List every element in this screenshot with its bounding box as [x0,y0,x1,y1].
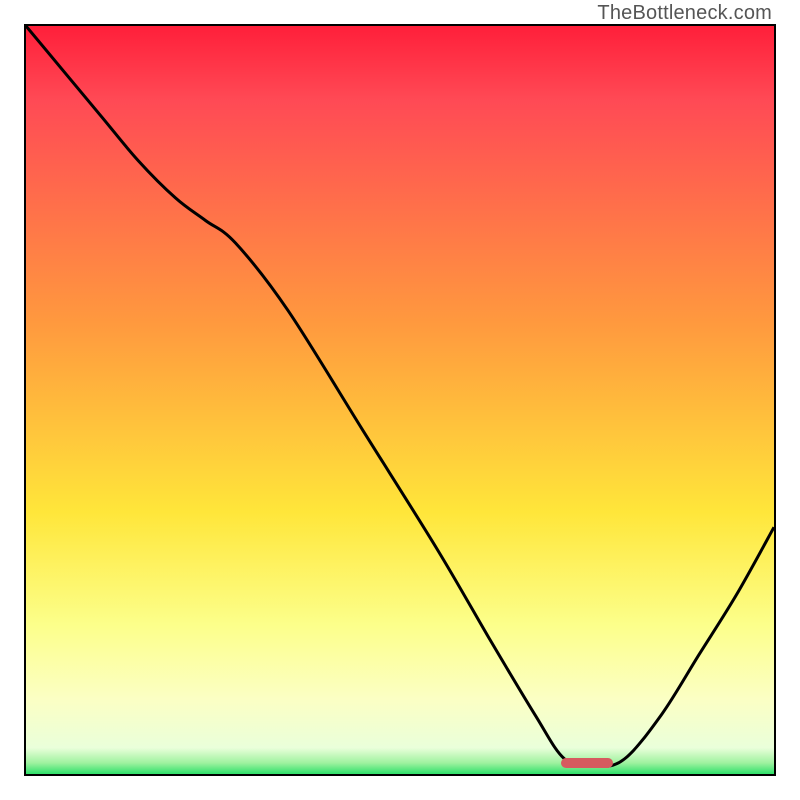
watermark-text: TheBottleneck.com [597,2,772,25]
chart-frame [24,24,776,776]
curve-path [26,26,774,767]
bottleneck-curve [26,26,774,774]
optimal-marker [561,758,613,768]
